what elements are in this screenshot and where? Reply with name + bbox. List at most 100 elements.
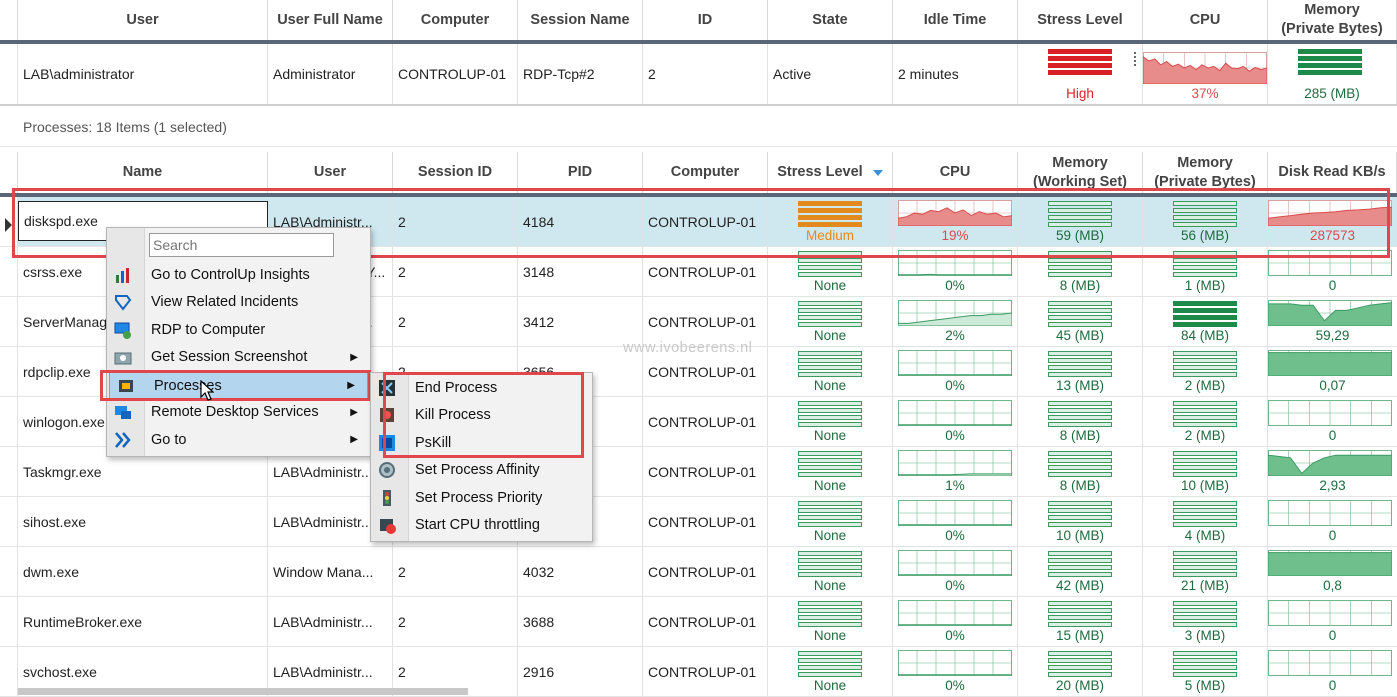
disk-read-cell: 2,93 (1268, 447, 1397, 497)
horizontal-scrollbar[interactable] (18, 688, 468, 695)
col-header-computer[interactable]: Computer (643, 152, 768, 193)
menu-item-go-to-controlup-insights[interactable]: Go to ControlUp Insights (107, 261, 370, 288)
disk-read-cell: 59,29 (1268, 297, 1397, 347)
disk-graph (1268, 500, 1392, 526)
computer-cell: CONTROLUP-01 (643, 597, 768, 647)
memory-working-set-cell: 15 (MB) (1018, 597, 1143, 647)
sort-desc-icon[interactable] (872, 169, 883, 176)
col-header-id[interactable]: ID (643, 0, 768, 40)
memory-ws-label: 8 (MB) (1059, 278, 1101, 293)
table-row[interactable]: dwm.exe Window Mana... 2 4032 CONTROLUP-01 No… (0, 547, 1397, 597)
table-row[interactable]: RuntimeBroker.exe LAB\Administr... 2 3688 CO… (0, 597, 1397, 647)
cpu-label: 0% (945, 578, 965, 593)
col-header-cpu[interactable]: CPU (893, 152, 1018, 193)
state-cell: Active (768, 44, 893, 104)
menu-search-input[interactable] (149, 233, 334, 257)
rds-icon (115, 406, 131, 419)
memory-label: 285 (MB) (1304, 86, 1360, 101)
memory-ws-label: 20 (MB) (1055, 678, 1104, 693)
watermark: www.ivobeerens.nl (623, 340, 753, 356)
mouse-cursor-icon (200, 380, 214, 401)
col-header-user-full-name[interactable]: User Full Name (268, 0, 393, 40)
memory-pb-label: 2 (MB) (1184, 428, 1226, 443)
menu-icon-wrap (377, 488, 397, 508)
cpu-label: 0% (945, 528, 965, 543)
disk-read-cell: 0 (1268, 597, 1397, 647)
disk-read-label: 0 (1328, 678, 1337, 693)
cpu-graph (898, 400, 1012, 426)
memory-bars-icon (1048, 501, 1112, 527)
col-header-user[interactable]: User (268, 152, 393, 193)
session-name-cell: RDP-Tcp#2 (518, 44, 643, 104)
cpu-label: 0% (945, 678, 965, 693)
memory-working-set-cell: 13 (MB) (1018, 347, 1143, 397)
name-cell: dwm.exe (18, 547, 268, 597)
col-header-memory-private-bytes[interactable]: Memory (Private Bytes) (1143, 152, 1268, 193)
memory-bars-icon (1173, 451, 1237, 477)
cpu-cell: 0% (893, 397, 1018, 447)
cpu-graph (898, 600, 1012, 626)
memory-working-set-cell: 8 (MB) (1018, 397, 1143, 447)
col-header-disk-read-kb-s[interactable]: Disk Read KB/s (1268, 152, 1397, 193)
session-id-cell: 2 (393, 297, 518, 347)
col-header-stress-level[interactable]: Stress Level (1018, 0, 1143, 40)
current-row-indicator-icon (5, 218, 12, 232)
col-header-name[interactable]: Name (18, 152, 268, 193)
col-header-computer[interactable]: Computer (393, 0, 518, 40)
submenu-item-set-process-priority[interactable]: Set Process Priority (371, 484, 592, 511)
stress-level-cell: None (768, 297, 893, 347)
memory-ws-label: 13 (MB) (1055, 378, 1104, 393)
stress-level-cell: None (768, 547, 893, 597)
stress-level-cell: None (768, 647, 893, 697)
stress-label: None (813, 628, 847, 643)
memory-private-bytes-cell: 21 (MB) (1143, 547, 1268, 597)
cpu-label: 0% (945, 428, 965, 443)
session-id-cell: 2 (393, 597, 518, 647)
col-header-state[interactable]: State (768, 0, 893, 40)
col-header-stress-level[interactable]: Stress Level (768, 152, 893, 193)
submenu-item-start-cpu-throttling[interactable]: Start CPU throttling (371, 512, 592, 539)
menu-icon-wrap (377, 460, 397, 480)
col-header-user[interactable]: User (18, 0, 268, 40)
cpu-cell: 1% (893, 447, 1018, 497)
menu-item-get-session-screenshot[interactable]: Get Session Screenshot ▶ (107, 344, 370, 371)
stress-label: High (1066, 86, 1094, 101)
memory-private-bytes-cell: 10 (MB) (1143, 447, 1268, 497)
menu-item-view-related-incidents[interactable]: View Related Incidents (107, 289, 370, 316)
submenu-item-label: Set Process Priority (415, 489, 543, 506)
disk-read-label: 0 (1328, 428, 1337, 443)
col-header-idle-time[interactable]: Idle Time (893, 0, 1018, 40)
disk-read-label: 0,8 (1323, 578, 1342, 593)
col-header-memory-working-set[interactable]: Memory (Working Set) (1018, 152, 1143, 193)
pid-cell: 4032 (518, 547, 643, 597)
menu-icon-wrap (113, 320, 133, 340)
memory-working-set-cell: 20 (MB) (1018, 647, 1143, 697)
computer-cell: CONTROLUP-01 (643, 647, 768, 697)
table-row[interactable]: sihost.exeLAB\Administr...23008CONTROLUP… (0, 497, 1397, 547)
user-cell: Window Mana... (268, 547, 393, 597)
cpu-label: 1% (945, 478, 965, 493)
menu-icon-wrap (113, 347, 133, 367)
menu-item-remote-desktop-services[interactable]: Remote Desktop Services ▶ (107, 399, 370, 426)
session-row[interactable]: LAB\administrator Administrator CONTROLUP-… (0, 44, 1397, 104)
col-header-session-name[interactable]: Session Name (518, 0, 643, 40)
disk-read-cell: 0 (1268, 497, 1397, 547)
col-header-cpu[interactable]: CPU (1143, 0, 1268, 40)
menu-item-rdp-to-computer[interactable]: RDP to Computer (107, 316, 370, 343)
annotation-processes (100, 370, 371, 401)
name-cell: RuntimeBroker.exe (18, 597, 268, 647)
cpu-graph (898, 500, 1012, 526)
col-header-memory-private-bytes[interactable]: Memory (Private Bytes) (1268, 0, 1397, 40)
cpu-graph (898, 350, 1012, 376)
menu-item-go-to[interactable]: Go to ▶ (107, 426, 370, 453)
computer-cell: CONTROLUP-01 (643, 497, 768, 547)
disk-graph (1268, 600, 1392, 626)
col-header-session-id[interactable]: Session ID (393, 152, 518, 193)
memory-ws-label: 42 (MB) (1055, 578, 1104, 593)
submenu-item-set-process-affinity[interactable]: Set Process Affinity (371, 457, 592, 484)
menu-item-label: Remote Desktop Services (151, 404, 319, 420)
cpu-cell: 0% (893, 347, 1018, 397)
col-header-pid[interactable]: PID (518, 152, 643, 193)
memory-pb-label: 4 (MB) (1184, 528, 1226, 543)
row-gutter (0, 397, 18, 447)
